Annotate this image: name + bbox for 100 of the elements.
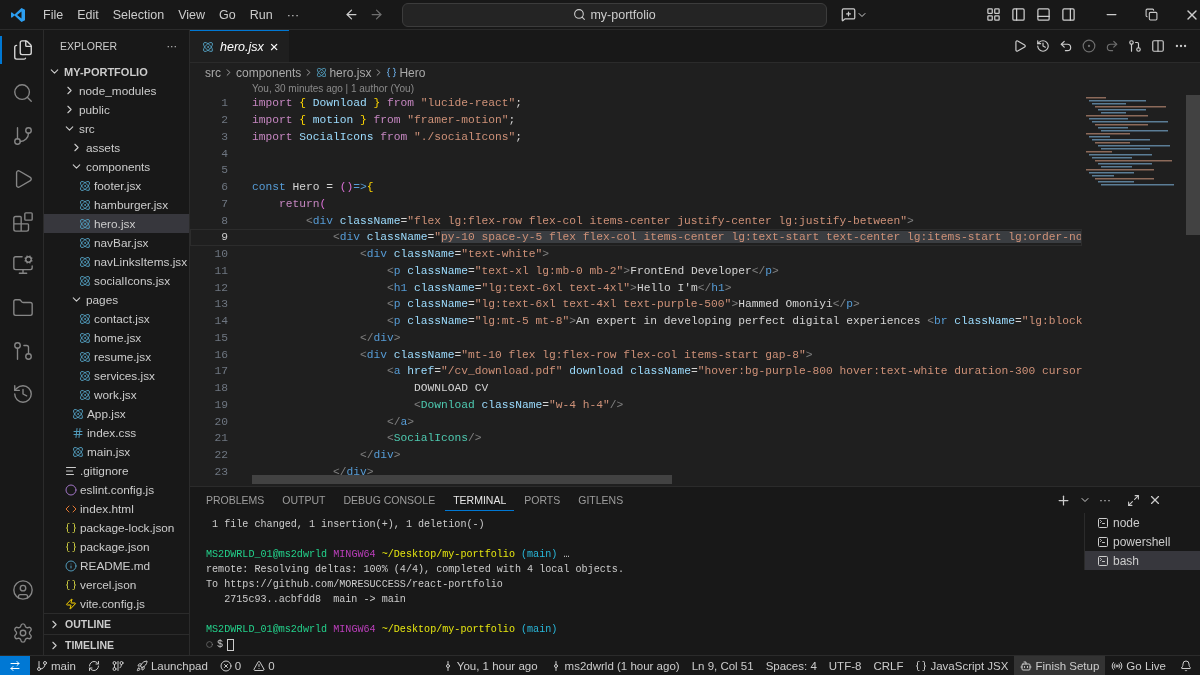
explorer-entry[interactable]: vite.config.js (44, 594, 189, 613)
explorer-entry[interactable]: home.jsx (44, 328, 189, 347)
menu-item[interactable]: Go (212, 7, 243, 22)
panel-tab[interactable]: GITLENS (570, 489, 632, 511)
code-line: </div> (359, 331, 401, 344)
line-number: 11 (213, 264, 229, 277)
line-number: 6 (220, 181, 229, 194)
more-menu[interactable]: ··· (279, 7, 307, 22)
code-line: <Download className="w-4 h-4"/> (413, 398, 624, 411)
explorer-entry[interactable]: services.jsx (44, 366, 189, 385)
explorer-entry[interactable]: navBar.jsx (44, 233, 189, 252)
terminal-line: 2715c93..acbfdd8 main -> main (223, 594, 406, 605)
explorer-entry[interactable]: hero.jsx (44, 214, 189, 233)
code-line: <div className="text-white"> (359, 248, 550, 261)
menu-item[interactable]: Selection (105, 7, 172, 22)
code-line: import SocialIcons from "./socialIcons"; (252, 130, 523, 143)
breadcrumb[interactable]: components (236, 65, 302, 80)
status-item[interactable]: 0 (213, 655, 248, 675)
panel-tab[interactable]: DEBUG CONSOLE (335, 489, 444, 511)
explorer-folder[interactable]: node_modules (44, 81, 189, 100)
menu-item[interactable]: Edit (70, 7, 106, 22)
line-number: 13 (213, 298, 229, 311)
breadcrumb[interactable]: src (205, 65, 221, 80)
breadcrumb[interactable]: hero.jsx (329, 65, 372, 80)
explorer-folder[interactable]: components (44, 157, 189, 176)
code-line: <div className="flex lg:flex-row flex-col items-center justify-center lg:justify-between"> (305, 214, 914, 227)
terminal-item[interactable]: node (1084, 513, 1200, 532)
line-number: 3 (220, 130, 229, 143)
panel-tab[interactable]: TERMINAL (445, 489, 515, 511)
line-number: 23 (213, 465, 229, 478)
code-line: <div className="py-10 space-y-5 flex flex-col items-center lg:text-start text-center lg:items-start lg:order-no (332, 231, 1082, 244)
editor-tab[interactable]: hero.jsx × (190, 30, 289, 62)
code-line: <a href="/cv_download.pdf" download className="hover:bg-purple-800 hover:text-white duration-300 cursor (386, 365, 1082, 378)
line-number: 10 (213, 248, 229, 261)
explorer-entry[interactable]: footer.jsx (44, 176, 189, 195)
code-line: <p className="text-xl lg:mb-0 mb-2">FrontEnd Developer</p> (386, 264, 779, 277)
explorer-folder[interactable]: src (44, 119, 189, 138)
explorer-folder[interactable]: public (44, 100, 189, 119)
section-header[interactable]: OUTLINE (44, 613, 189, 634)
explorer-entry[interactable]: App.jsx (44, 404, 189, 423)
explorer-entry[interactable]: eslint.config.js (44, 480, 189, 499)
terminal-line: remote: Resolving deltas: 100% (4/4), completed with 4 local objects. (206, 564, 624, 575)
explorer-entry[interactable]: package.json (44, 537, 189, 556)
status-item[interactable]: Go Live (1105, 655, 1172, 675)
panel-tab[interactable]: OUTPUT (274, 489, 334, 511)
explorer-entry[interactable]: socialIcons.jsx (44, 271, 189, 290)
code-line: return( (278, 197, 327, 210)
project-root[interactable]: MY-PORTFOLIO (44, 62, 189, 81)
line-number: 14 (213, 315, 229, 328)
line-number: 22 (213, 449, 229, 462)
code-line: <p className="lg:mt-5 mt-8">An expert in developing perfect digital experiences <br className="lg:block (386, 315, 1082, 328)
status-item[interactable]: main (30, 655, 82, 675)
status-item[interactable]: JavaScript JSX (909, 655, 1015, 675)
line-number: 5 (220, 164, 229, 177)
line-number: 15 (213, 331, 229, 344)
explorer-entry[interactable]: resume.jsx (44, 347, 189, 366)
more-button[interactable]: ··· (166, 40, 177, 52)
line-number: 2 (220, 114, 229, 127)
explorer-entry[interactable]: .gitignore (44, 461, 189, 480)
panel-tab[interactable]: PORTS (516, 489, 569, 511)
explorer-entry[interactable]: package-lock.json (44, 518, 189, 537)
status-item[interactable]: Ln 9, Col 51 (685, 655, 760, 675)
explorer-entry[interactable]: vercel.json (44, 575, 189, 594)
code-line: const Hero = ()=>{ (252, 181, 374, 194)
terminal-line: To https://github.com/MORESUCCESS/react-portfolio (206, 579, 503, 590)
explorer-entry[interactable]: hamburger.jsx (44, 195, 189, 214)
status-item[interactable]: You, 1 hour ago (435, 655, 544, 675)
menu-item[interactable]: View (171, 7, 212, 22)
status-item[interactable]: 0 (247, 655, 281, 675)
explorer-entry[interactable]: main.jsx (44, 442, 189, 461)
status-item[interactable]: Spaces: 4 (759, 655, 823, 675)
panel-tab[interactable]: PROBLEMS (198, 489, 273, 511)
code-line: </div> (332, 465, 374, 478)
close-button[interactable]: × (269, 38, 279, 55)
explorer-entry[interactable]: index.css (44, 423, 189, 442)
explorer-folder[interactable]: pages (44, 290, 189, 309)
explorer-entry[interactable]: work.jsx (44, 385, 189, 404)
status-item[interactable]: ms2dwrld (1 hour ago) (543, 655, 686, 675)
explorer-entry[interactable]: README.md (44, 556, 189, 575)
code-line: <p className="lg:text-6xl text-4xl text-purple-500">Hammed Omoniyi</p> (386, 298, 860, 311)
explorer-entry[interactable]: contact.jsx (44, 309, 189, 328)
code-line: DOWNLOAD CV (413, 382, 489, 395)
menu-item[interactable]: Run (242, 7, 280, 22)
status-item[interactable]: CRLF (867, 655, 910, 675)
terminal-item[interactable]: bash (1084, 551, 1200, 570)
explorer-folder[interactable]: assets (44, 138, 189, 157)
menu-item[interactable]: File (36, 7, 71, 22)
breadcrumb[interactable]: Hero (399, 65, 426, 80)
explorer-entry[interactable]: index.html (44, 499, 189, 518)
status-item[interactable]: Launchpad (129, 655, 214, 675)
line-number: 9 (220, 231, 229, 244)
blame-annotation: You, 30 minutes ago | 1 author (You) (251, 82, 415, 95)
search-field[interactable]: my-portfolio (402, 2, 827, 27)
explorer-entry[interactable]: navLinksItems.jsx (44, 252, 189, 271)
line-number: 4 (220, 147, 229, 160)
status-item[interactable]: UTF-8 (822, 655, 868, 675)
code-line: import { Download } from "lucide-react"; (252, 97, 523, 110)
status-item[interactable]: Finish Setup (1014, 655, 1106, 675)
section-header[interactable]: TIMELINE (44, 634, 189, 655)
more-button[interactable]: ··· (1099, 493, 1111, 507)
